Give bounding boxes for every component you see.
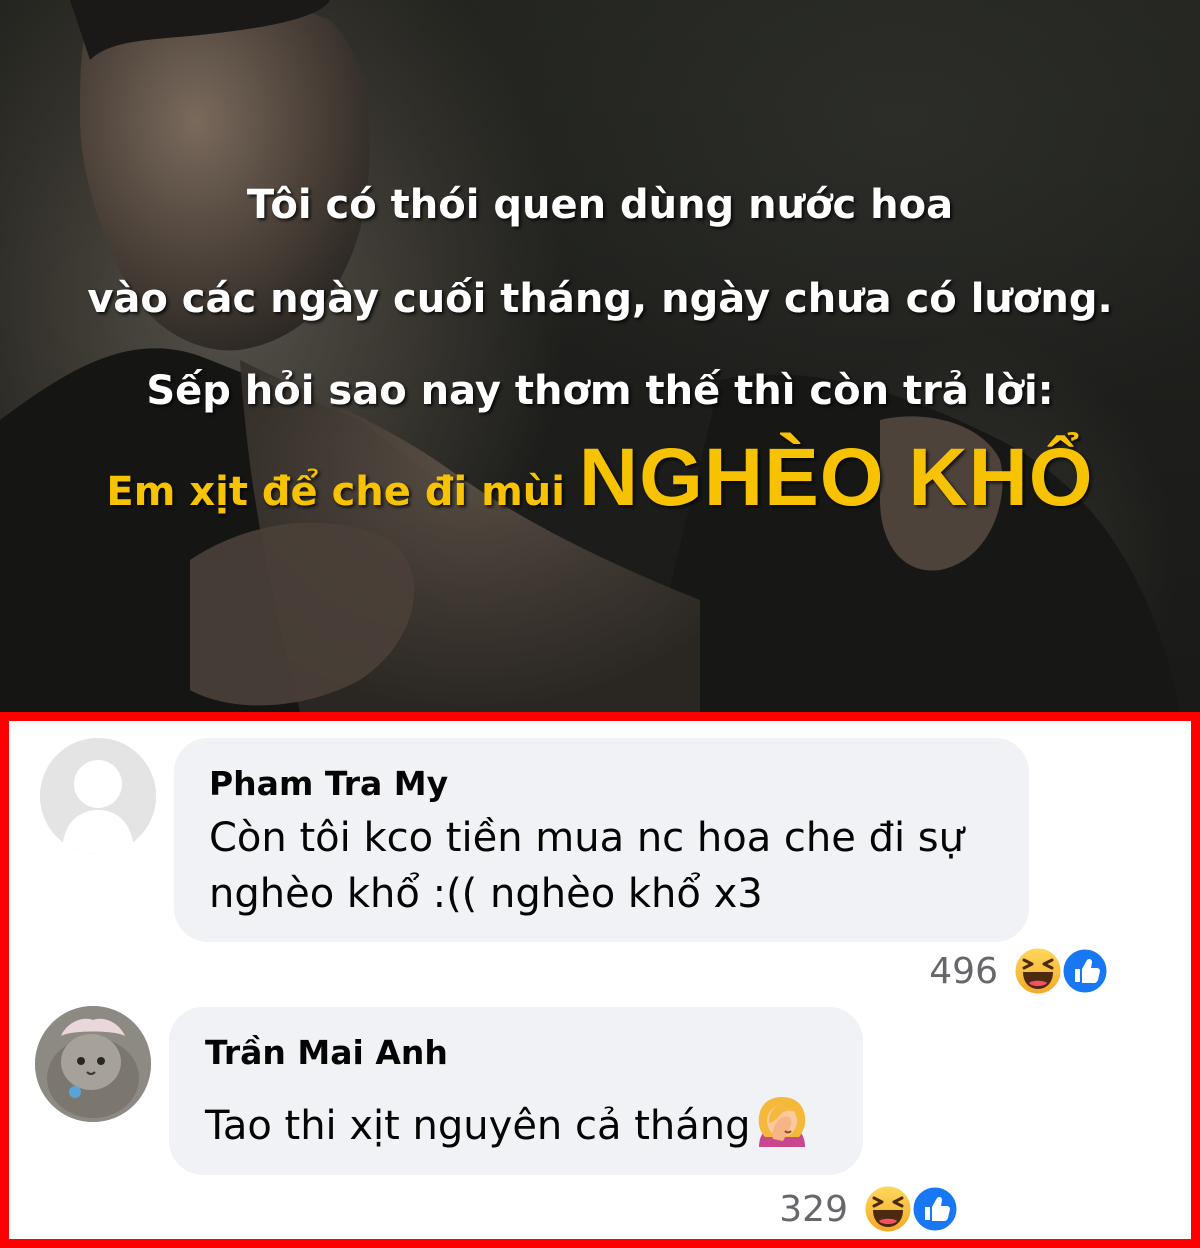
reaction-summary[interactable]: 496 [929,945,1110,997]
punchline-emphasis: NGHÈO KHỔ [578,432,1094,523]
reaction-summary[interactable]: 329 [779,1183,960,1235]
reaction-count: 329 [779,1188,848,1230]
headline-line-1: Tôi có thói quen dùng nước hoa [246,182,954,228]
reaction-count: 496 [929,950,998,992]
comment-author[interactable]: Trần Mai Anh [205,1033,448,1072]
woman-facepalming-icon [758,1097,805,1147]
like-icon [910,1184,960,1234]
like-icon [1060,946,1110,996]
punchline-prefix: Em xịt để che đi mùi [106,469,579,515]
headline-line-3: Sếp hỏi sao nay thơm thế thì còn trả lời… [146,368,1054,414]
meme-banner: Tôi có thói quen dùng nước hoa vào các n… [0,0,1200,712]
comment-bubble[interactable]: Trần Mai Anh Tao thi xịt nguyên cả tháng [169,1007,863,1175]
default-avatar-icon[interactable] [40,738,156,854]
man-spraying-perfume-photo [0,0,1180,712]
haha-icon [862,1183,914,1235]
headline-line-2: vào các ngày cuối tháng, ngày chưa có lư… [87,276,1113,322]
comment-text: Tao thi xịt nguyên cả tháng [205,1095,811,1154]
comment-bubble[interactable]: Pham Tra My Còn tôi kco tiền mua nc hoa … [174,738,1029,942]
comment-text-content: Tao thi xịt nguyên cả tháng [205,1103,751,1149]
cat-photo-avatar[interactable] [35,1006,151,1122]
comment-text: Còn tôi kco tiền mua nc hoa che đi sự ng… [209,815,964,917]
headline-punchline: Em xịt để che đi mùi NGHÈO KHỔ [0,430,1200,540]
haha-icon [1012,945,1064,997]
comment-author[interactable]: Pham Tra My [209,764,448,803]
comments-frame: Pham Tra My Còn tôi kco tiền mua nc hoa … [0,712,1200,1248]
